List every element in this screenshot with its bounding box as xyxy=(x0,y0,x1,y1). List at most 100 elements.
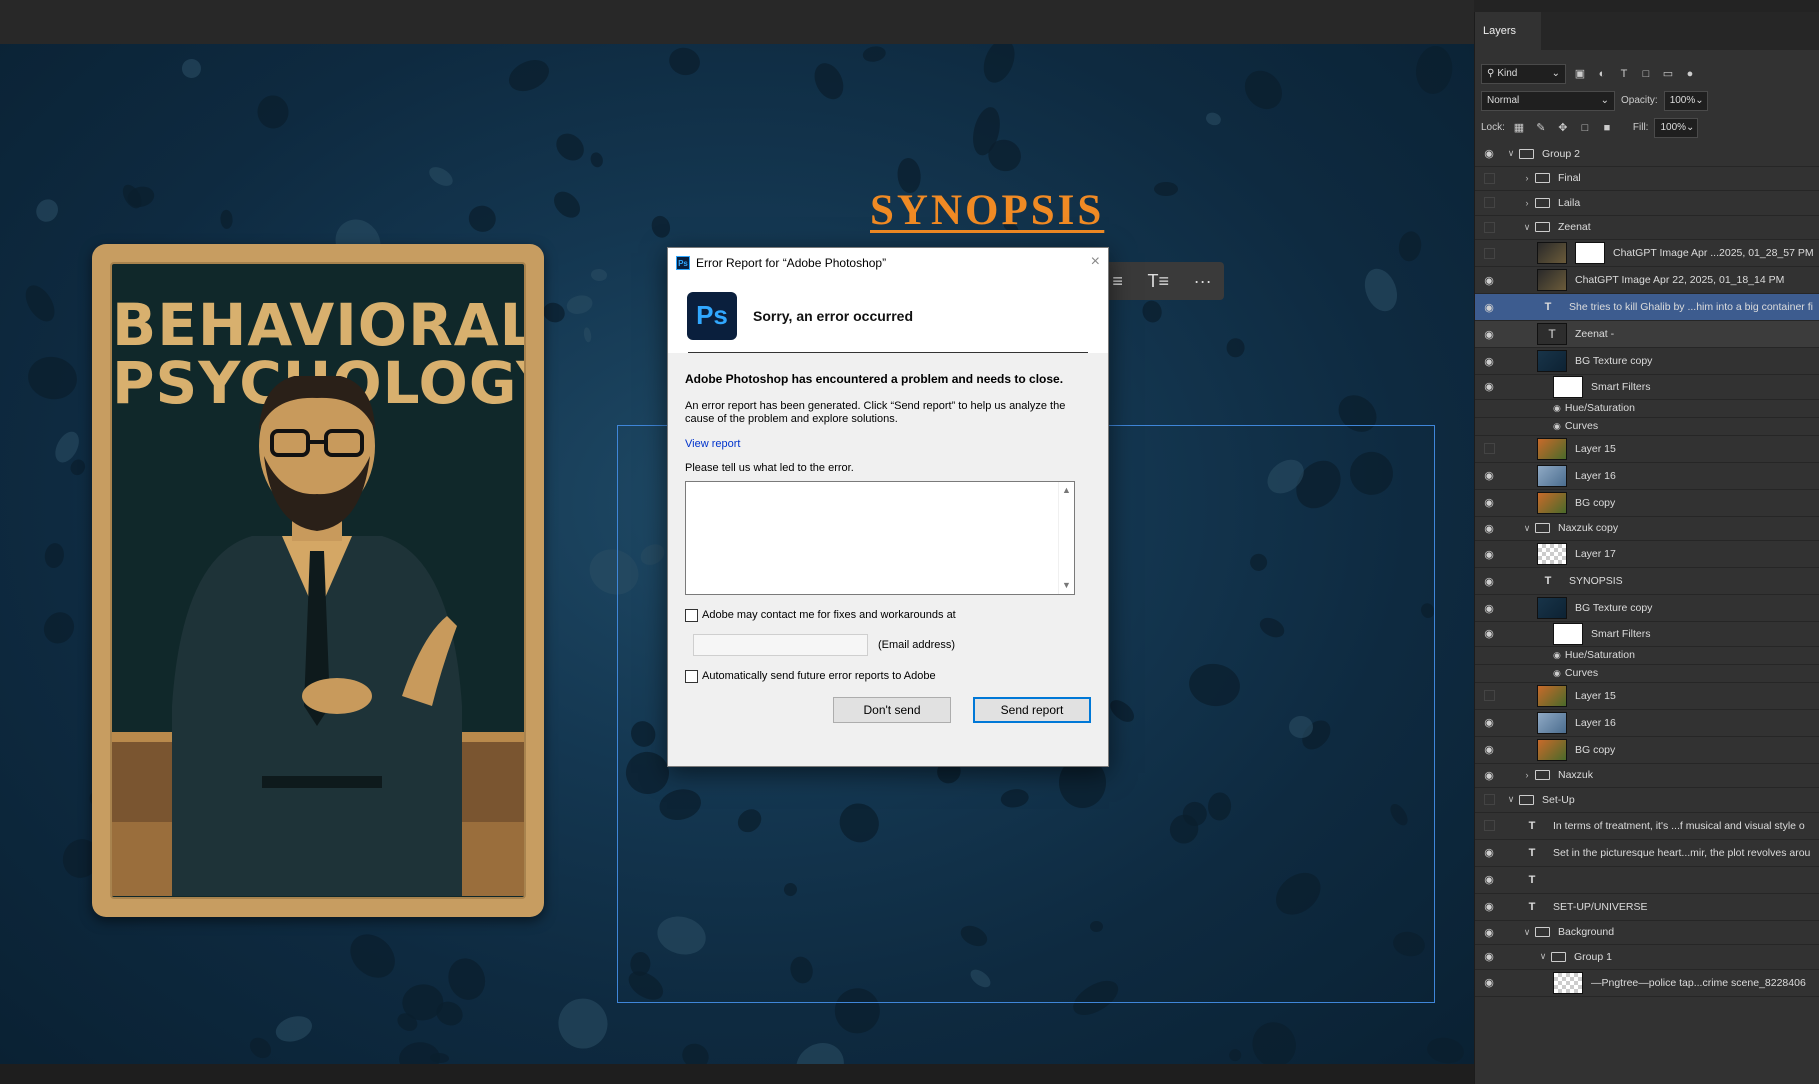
layer-row[interactable]: ChatGPT Image Apr ...2025, 01_28_57 PM xyxy=(1475,240,1819,267)
visibility-eye-icon[interactable] xyxy=(1484,247,1495,259)
layer-row[interactable]: ◉ ∨ Background xyxy=(1475,921,1819,945)
lock-pixels-icon[interactable]: ✎ xyxy=(1533,121,1549,134)
layer-thumbnail[interactable] xyxy=(1553,971,1583,994)
chevron-down-icon[interactable]: ∨ xyxy=(1505,148,1517,159)
layer-row[interactable]: ◉ T xyxy=(1475,867,1819,894)
visibility-eye-icon[interactable]: ◉ xyxy=(1482,743,1496,756)
email-field[interactable] xyxy=(693,634,868,656)
visibility-eye-icon[interactable]: ◉ xyxy=(1482,976,1496,989)
chevron-down-icon[interactable]: ∨ xyxy=(1521,523,1533,534)
layer-thumbnail[interactable] xyxy=(1537,242,1567,264)
visibility-eye-icon[interactable]: ◉ xyxy=(1482,602,1496,615)
visibility-eye-icon[interactable]: ◉ xyxy=(1482,716,1496,729)
layer-row[interactable]: Layer 15 xyxy=(1475,683,1819,710)
layer-row[interactable]: ∨ Zeenat xyxy=(1475,216,1819,240)
visibility-eye-icon[interactable]: ◉ xyxy=(1482,900,1496,913)
layer-thumbnail[interactable] xyxy=(1537,350,1567,372)
visibility-eye-icon[interactable]: ◉ xyxy=(1482,548,1496,561)
layer-row[interactable]: ◉ T She tries to kill Ghalib by ...him int… xyxy=(1475,294,1819,321)
visibility-eye-icon[interactable]: ◉ xyxy=(1482,496,1496,509)
layer-row[interactable]: ◉ T SET-UP/UNIVERSE xyxy=(1475,894,1819,921)
chevron-down-icon[interactable]: ∨ xyxy=(1505,794,1517,805)
layer-row[interactable]: ◉ BG Texture copy xyxy=(1475,348,1819,375)
chevron-right-icon[interactable]: › xyxy=(1521,198,1533,208)
lock-position-icon[interactable]: ✥ xyxy=(1555,121,1571,134)
tab-layers[interactable]: Layers xyxy=(1475,12,1541,50)
layer-row[interactable]: ◉ › Naxzuk xyxy=(1475,764,1819,788)
layer-thumbnail[interactable] xyxy=(1537,543,1567,565)
visibility-eye-icon[interactable]: ◉ xyxy=(1482,355,1496,368)
visibility-eye-icon[interactable]: ◉ xyxy=(1482,301,1496,314)
visibility-eye-icon[interactable]: ◉ xyxy=(1482,769,1496,782)
layer-row[interactable]: ◉ ∨ Group 2 xyxy=(1475,142,1819,167)
visibility-eye-icon[interactable]: ◉ xyxy=(1482,328,1496,341)
layer-row[interactable]: ◉ ∨ Naxzuk copy xyxy=(1475,517,1819,541)
layer-thumbnail[interactable] xyxy=(1537,491,1567,514)
visibility-eye-icon[interactable] xyxy=(1484,443,1495,454)
visibility-eye-icon[interactable]: ◉ xyxy=(1482,627,1496,640)
layer-thumbnail[interactable] xyxy=(1537,684,1567,707)
visibility-eye-icon[interactable]: ◉ xyxy=(1482,926,1496,939)
layer-row[interactable]: ∨ Set-Up xyxy=(1475,788,1819,813)
layer-thumbnail[interactable] xyxy=(1553,375,1583,398)
chevron-down-icon[interactable]: ∨ xyxy=(1537,951,1549,962)
view-report-link[interactable]: View report xyxy=(685,438,740,451)
visibility-eye-icon[interactable]: ◉ xyxy=(1482,380,1496,393)
layer-row[interactable]: ◉ BG copy xyxy=(1475,737,1819,764)
contact-checkbox[interactable] xyxy=(685,609,698,622)
visibility-eye-icon[interactable]: ◉ xyxy=(1482,469,1496,482)
visibility-eye-icon[interactable] xyxy=(1484,221,1495,233)
adjustment-filter-icon[interactable]: ◐ xyxy=(1594,68,1610,80)
blend-mode-select[interactable]: Normal ⌄ xyxy=(1481,90,1615,111)
scroll-up-icon[interactable]: ▲ xyxy=(1062,484,1071,497)
chevron-down-icon[interactable]: ∨ xyxy=(1521,222,1533,233)
pixel-filter-icon[interactable]: ▣ xyxy=(1572,67,1588,80)
layer-thumbnail[interactable] xyxy=(1553,622,1583,645)
layer-thumbnail[interactable] xyxy=(1537,711,1567,734)
layer-row[interactable]: ◉ T Zeenat - xyxy=(1475,321,1819,348)
layer-row[interactable]: ◉ BG copy xyxy=(1475,490,1819,517)
layer-row[interactable]: ◉ T SYNOPSIS xyxy=(1475,568,1819,595)
visibility-eye-icon[interactable]: ◉ xyxy=(1482,846,1496,859)
chevron-right-icon[interactable]: › xyxy=(1521,173,1533,183)
layer-row[interactable]: ◉◉Hue/Saturation xyxy=(1475,647,1819,665)
chevron-down-icon[interactable]: ∨ xyxy=(1521,927,1533,938)
align-icon[interactable]: ≡ xyxy=(1112,271,1123,292)
shape-filter-icon[interactable]: □ xyxy=(1638,68,1654,80)
close-icon[interactable]: × xyxy=(1091,254,1100,270)
filter-visibility-icon[interactable]: ◉ xyxy=(1553,403,1561,414)
type-filter-icon[interactable]: T xyxy=(1616,68,1632,80)
layer-row[interactable]: ◉ ChatGPT Image Apr 22, 2025, 01_18_14 PM xyxy=(1475,267,1819,294)
filter-toggle-icon[interactable]: ● xyxy=(1682,68,1698,80)
layer-mask-thumbnail[interactable] xyxy=(1575,242,1605,264)
layer-row[interactable]: ◉◉Curves xyxy=(1475,665,1819,683)
layer-row[interactable]: ◉ Layer 16 xyxy=(1475,463,1819,490)
layer-row[interactable]: T In terms of treatment, it's ...f musica… xyxy=(1475,813,1819,840)
send-report-button[interactable]: Send report xyxy=(973,697,1091,723)
layer-row[interactable]: ◉ Layer 17 xyxy=(1475,541,1819,568)
layer-row[interactable]: ◉ T Set in the picturesque heart...mir, th… xyxy=(1475,840,1819,867)
text-settings-icon[interactable]: T≡ xyxy=(1148,271,1170,292)
layer-thumbnail[interactable] xyxy=(1537,738,1567,761)
scroll-down-icon[interactable]: ▼ xyxy=(1062,579,1071,592)
layer-row[interactable]: ◉ Smart Filters xyxy=(1475,622,1819,647)
filter-visibility-icon[interactable]: ◉ xyxy=(1553,650,1561,661)
visibility-eye-icon[interactable] xyxy=(1484,690,1495,701)
layer-row[interactable]: › Final xyxy=(1475,167,1819,191)
filter-visibility-icon[interactable]: ◉ xyxy=(1553,421,1561,432)
filter-visibility-icon[interactable]: ◉ xyxy=(1553,668,1561,679)
layer-thumbnail[interactable] xyxy=(1537,597,1567,619)
visibility-eye-icon[interactable] xyxy=(1484,172,1495,184)
opacity-input[interactable]: 100% ⌄ xyxy=(1663,90,1708,111)
visibility-eye-icon[interactable]: ◉ xyxy=(1482,522,1496,535)
layer-row[interactable]: ◉◉Hue/Saturation xyxy=(1475,400,1819,418)
layer-thumbnail[interactable]: T xyxy=(1537,323,1567,345)
visibility-eye-icon[interactable]: ◉ xyxy=(1482,575,1496,588)
dialog-titlebar[interactable]: Ps Error Report for “Adobe Photoshop” × xyxy=(668,248,1108,278)
dont-send-button[interactable]: Don't send xyxy=(833,697,951,723)
fill-input[interactable]: 100% ⌄ xyxy=(1654,117,1699,138)
visibility-eye-icon[interactable]: ◉ xyxy=(1482,147,1496,160)
layer-row[interactable]: ◉ BG Texture copy xyxy=(1475,595,1819,622)
comment-textarea[interactable]: ▲ ▼ xyxy=(685,481,1075,595)
layer-row[interactable]: ◉ ∨ Group 1 xyxy=(1475,945,1819,970)
